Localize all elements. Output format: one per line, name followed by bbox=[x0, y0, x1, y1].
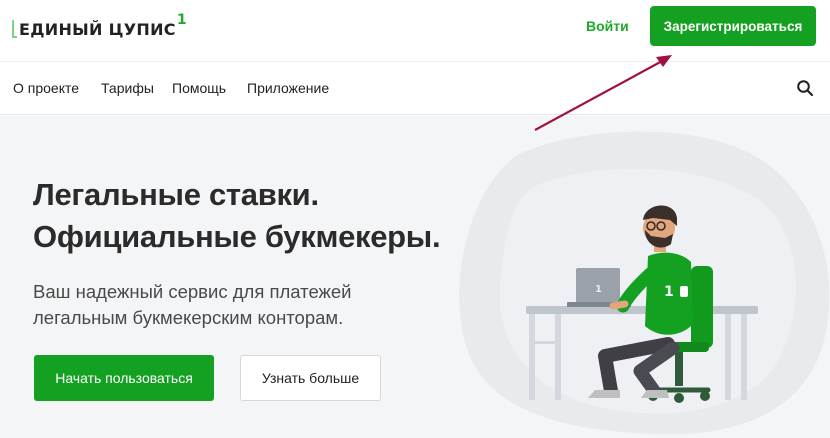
top-header: ЕДИНЫЙ ЦУПИС 1 Войти Зарегистрироваться bbox=[0, 0, 830, 62]
hero-section: Легальные ставки. Официальные букмекеры.… bbox=[0, 116, 830, 438]
start-button[interactable]: Начать пользоваться bbox=[34, 355, 214, 401]
hero-title-line2: Официальные букмекеры. bbox=[33, 219, 441, 254]
hero-title-line1: Легальные ставки. bbox=[33, 177, 319, 212]
nav-item-help[interactable]: Помощь bbox=[172, 80, 226, 96]
hero-illustration: 1 1 bbox=[459, 131, 830, 435]
main-nav: О проекте Тарифы Помощь Приложение bbox=[0, 63, 830, 115]
laptop-logo: 1 bbox=[595, 284, 602, 295]
learn-more-button[interactable]: Узнать больше bbox=[240, 355, 381, 401]
nav-item-about[interactable]: О проекте bbox=[13, 80, 79, 96]
logo-mark: 1 bbox=[176, 12, 187, 28]
login-link[interactable]: Войти bbox=[586, 18, 629, 34]
hero-subtitle-line2: легальным букмекерским конторам. bbox=[33, 307, 344, 328]
shirt-number: 1 bbox=[664, 284, 674, 300]
hero-subtitle-line1: Ваш надежный сервис для платежей bbox=[33, 281, 352, 302]
logo-text: ЕДИНЫЙ ЦУПИС bbox=[19, 20, 176, 39]
logo[interactable]: ЕДИНЫЙ ЦУПИС 1 bbox=[12, 12, 187, 42]
register-button[interactable]: Зарегистрироваться bbox=[650, 6, 816, 46]
logo-bracket-icon bbox=[12, 20, 17, 38]
nav-item-tariffs[interactable]: Тарифы bbox=[101, 80, 154, 96]
search-icon[interactable] bbox=[796, 79, 814, 97]
nav-item-app[interactable]: Приложение bbox=[247, 80, 329, 96]
